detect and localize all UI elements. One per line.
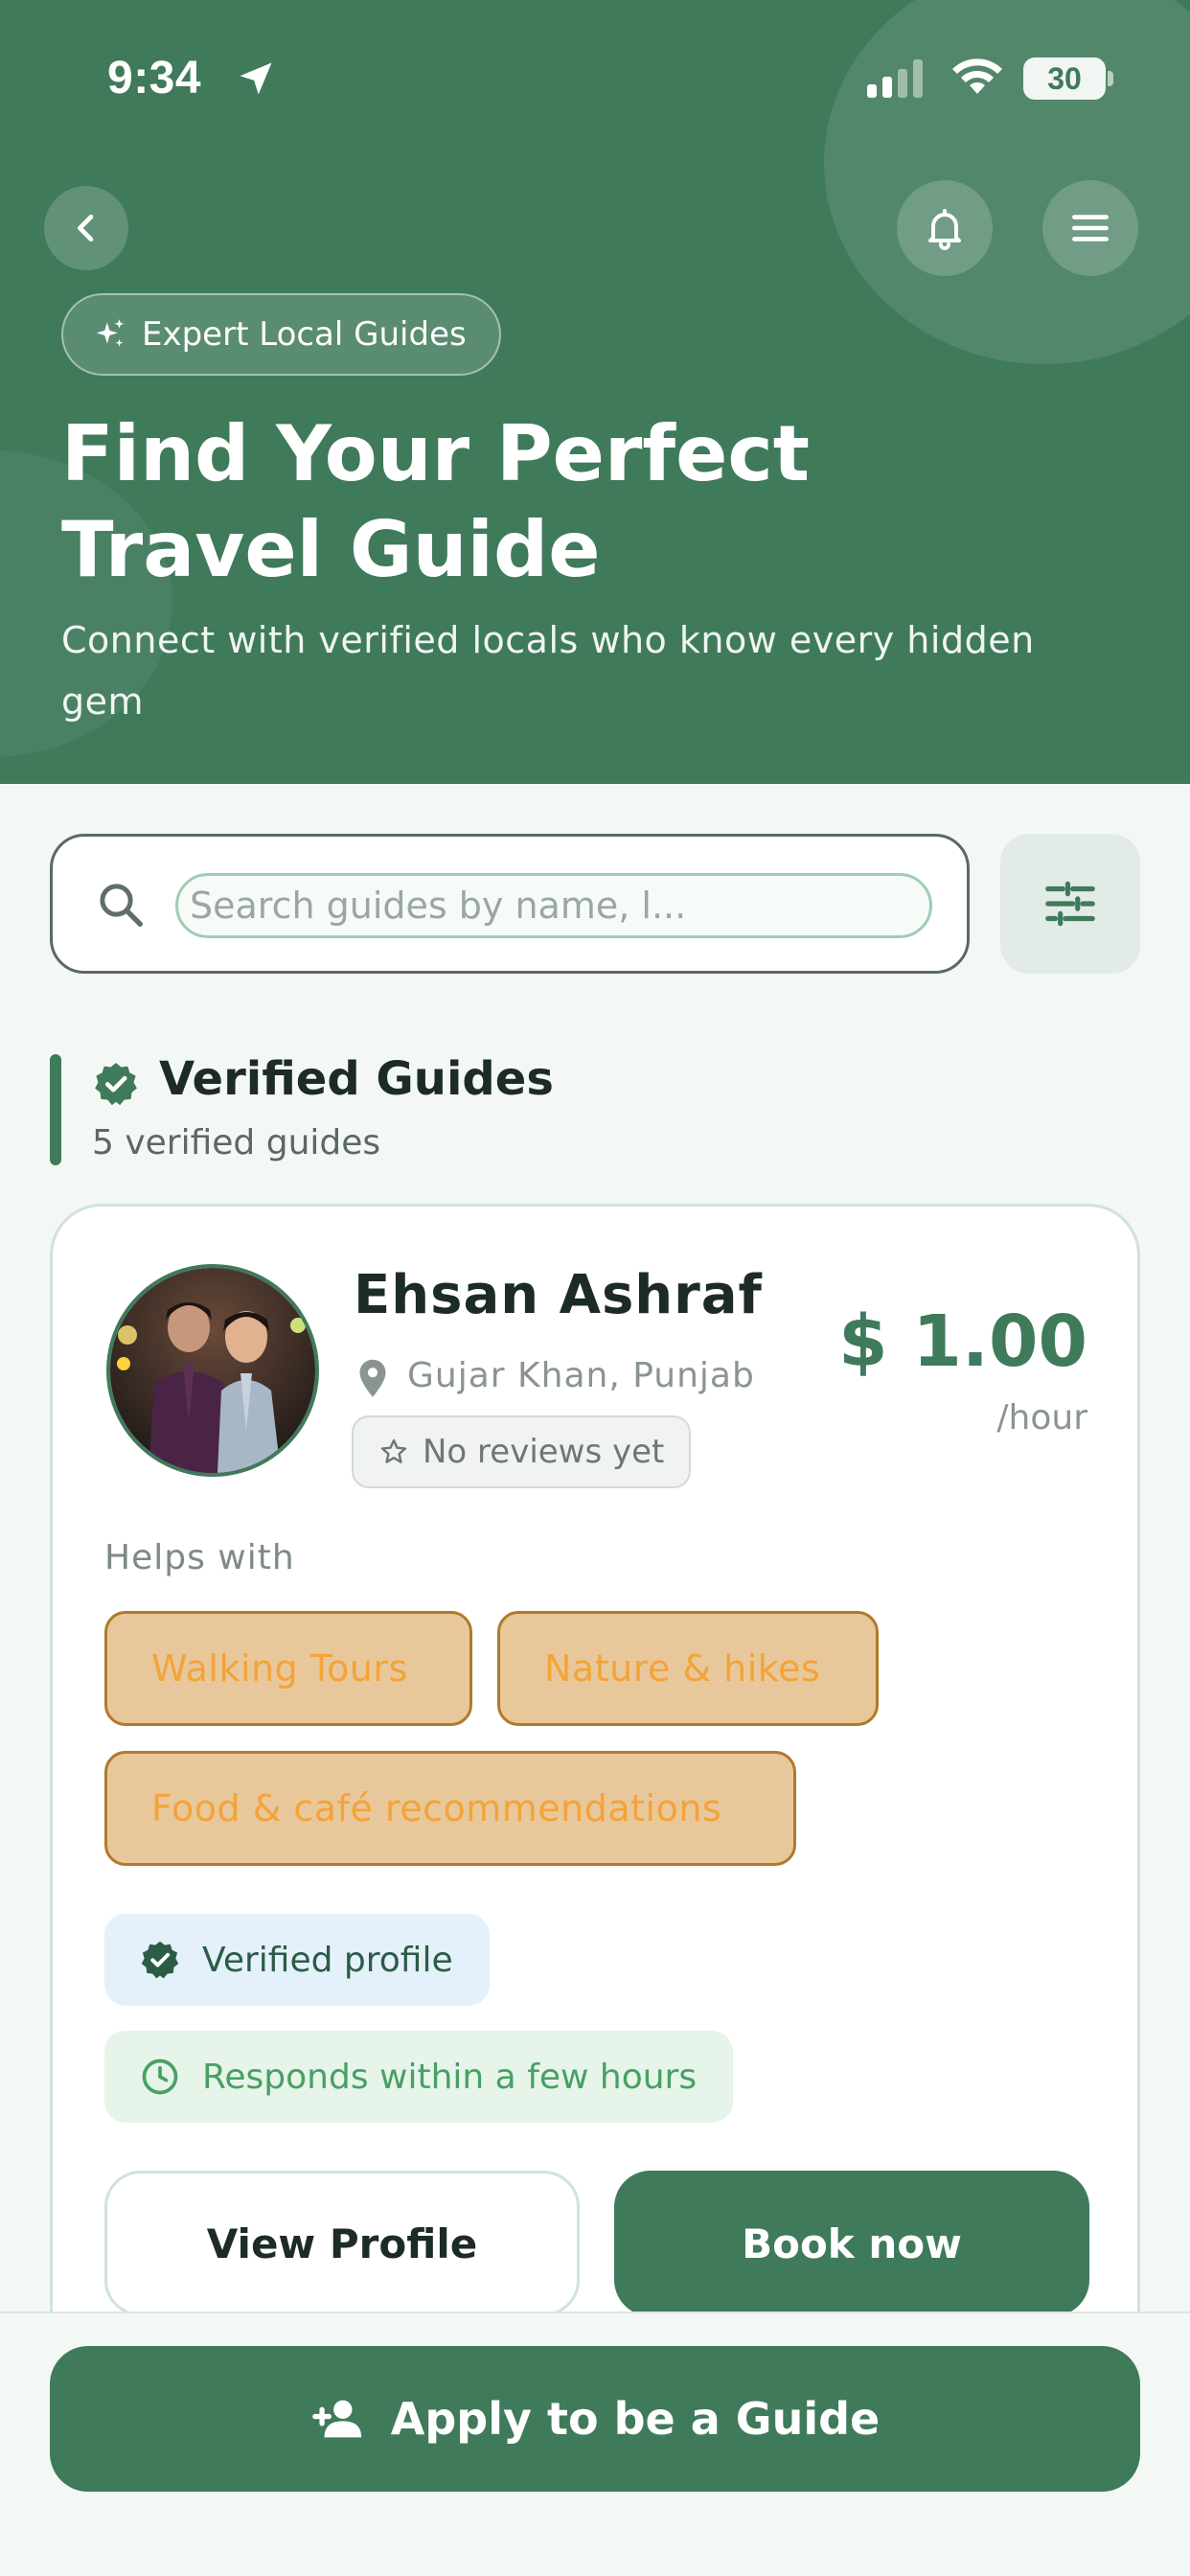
search-box[interactable]	[50, 834, 970, 974]
location-arrow-icon	[240, 62, 272, 95]
apply-guide-button[interactable]: Apply to be a Guide	[50, 2346, 1140, 2492]
guide-name[interactable]: Ehsan Ashraf	[354, 1264, 763, 1326]
hamburger-menu-icon	[1072, 215, 1109, 242]
service-tag: Nature & hikes	[497, 1611, 879, 1726]
filter-button[interactable]	[1000, 834, 1140, 974]
back-button[interactable]	[44, 186, 128, 270]
verified-profile-label: Verified profile	[202, 1940, 453, 1980]
verified-badge-icon	[141, 1941, 179, 1979]
status-time: 9:34	[107, 53, 202, 104]
wifi-icon	[952, 58, 1002, 94]
response-time-badge: Responds within a few hours	[104, 2031, 734, 2123]
guide-price: $ 1.00	[838, 1300, 1087, 1383]
service-tag: Walking Tours	[104, 1611, 472, 1726]
guide-photo	[110, 1268, 315, 1473]
star-outline-icon	[380, 1438, 407, 1463]
chip-label: Expert Local Guides	[142, 315, 467, 354]
section-title: Verified Guides	[159, 1052, 554, 1106]
view-profile-button[interactable]: View Profile	[104, 2171, 580, 2316]
add-user-icon	[311, 2400, 361, 2438]
page-title: Find Your Perfect Travel Guide	[61, 406, 1019, 598]
guide-location: Gujar Khan, Punjab	[407, 1356, 755, 1395]
sliders-icon	[1045, 881, 1095, 927]
page-title-line-2: Travel Guide	[61, 505, 601, 594]
cellular-signal-icon	[867, 59, 923, 98]
bottom-action-bar: Apply to be a Guide	[0, 2312, 1190, 2576]
service-tag: Food & café recommendations	[104, 1751, 796, 1866]
price-unit: /hour	[996, 1398, 1087, 1438]
battery-tip	[1108, 71, 1113, 86]
chevron-left-icon	[78, 215, 94, 242]
response-time-label: Responds within a few hours	[202, 2057, 698, 2097]
clock-icon	[142, 2058, 178, 2095]
apply-guide-label: Apply to be a Guide	[390, 2393, 881, 2445]
verified-profile-badge: Verified profile	[104, 1914, 490, 2006]
battery-icon: 30	[1023, 58, 1106, 100]
menu-button[interactable]	[1042, 180, 1138, 276]
book-now-button[interactable]: Book now	[614, 2171, 1089, 2316]
expert-local-guides-chip: Expert Local Guides	[61, 293, 501, 376]
reviews-chip: No reviews yet	[352, 1415, 692, 1488]
page-subtitle: Connect with verified locals who know ev…	[61, 619, 1035, 723]
section-count: 5 verified guides	[92, 1123, 381, 1162]
page-title-line-1: Find Your Perfect	[61, 409, 811, 498]
bell-icon	[928, 209, 961, 250]
helps-with-label: Helps with	[104, 1538, 295, 1577]
status-bar: 9:34 30	[0, 0, 1190, 153]
sparkles-icon	[96, 319, 125, 347]
search-input[interactable]	[175, 873, 932, 938]
guide-avatar	[106, 1264, 319, 1477]
search-icon	[100, 884, 143, 927]
verified-badge-icon	[95, 1063, 137, 1106]
notifications-button[interactable]	[897, 180, 993, 276]
reviews-label: No reviews yet	[423, 1433, 665, 1471]
map-pin-icon	[359, 1359, 386, 1397]
section-accent-bar	[50, 1054, 61, 1165]
hero-header: 9:34 30 Expert Local Guides Find Your Pe…	[0, 0, 1190, 784]
